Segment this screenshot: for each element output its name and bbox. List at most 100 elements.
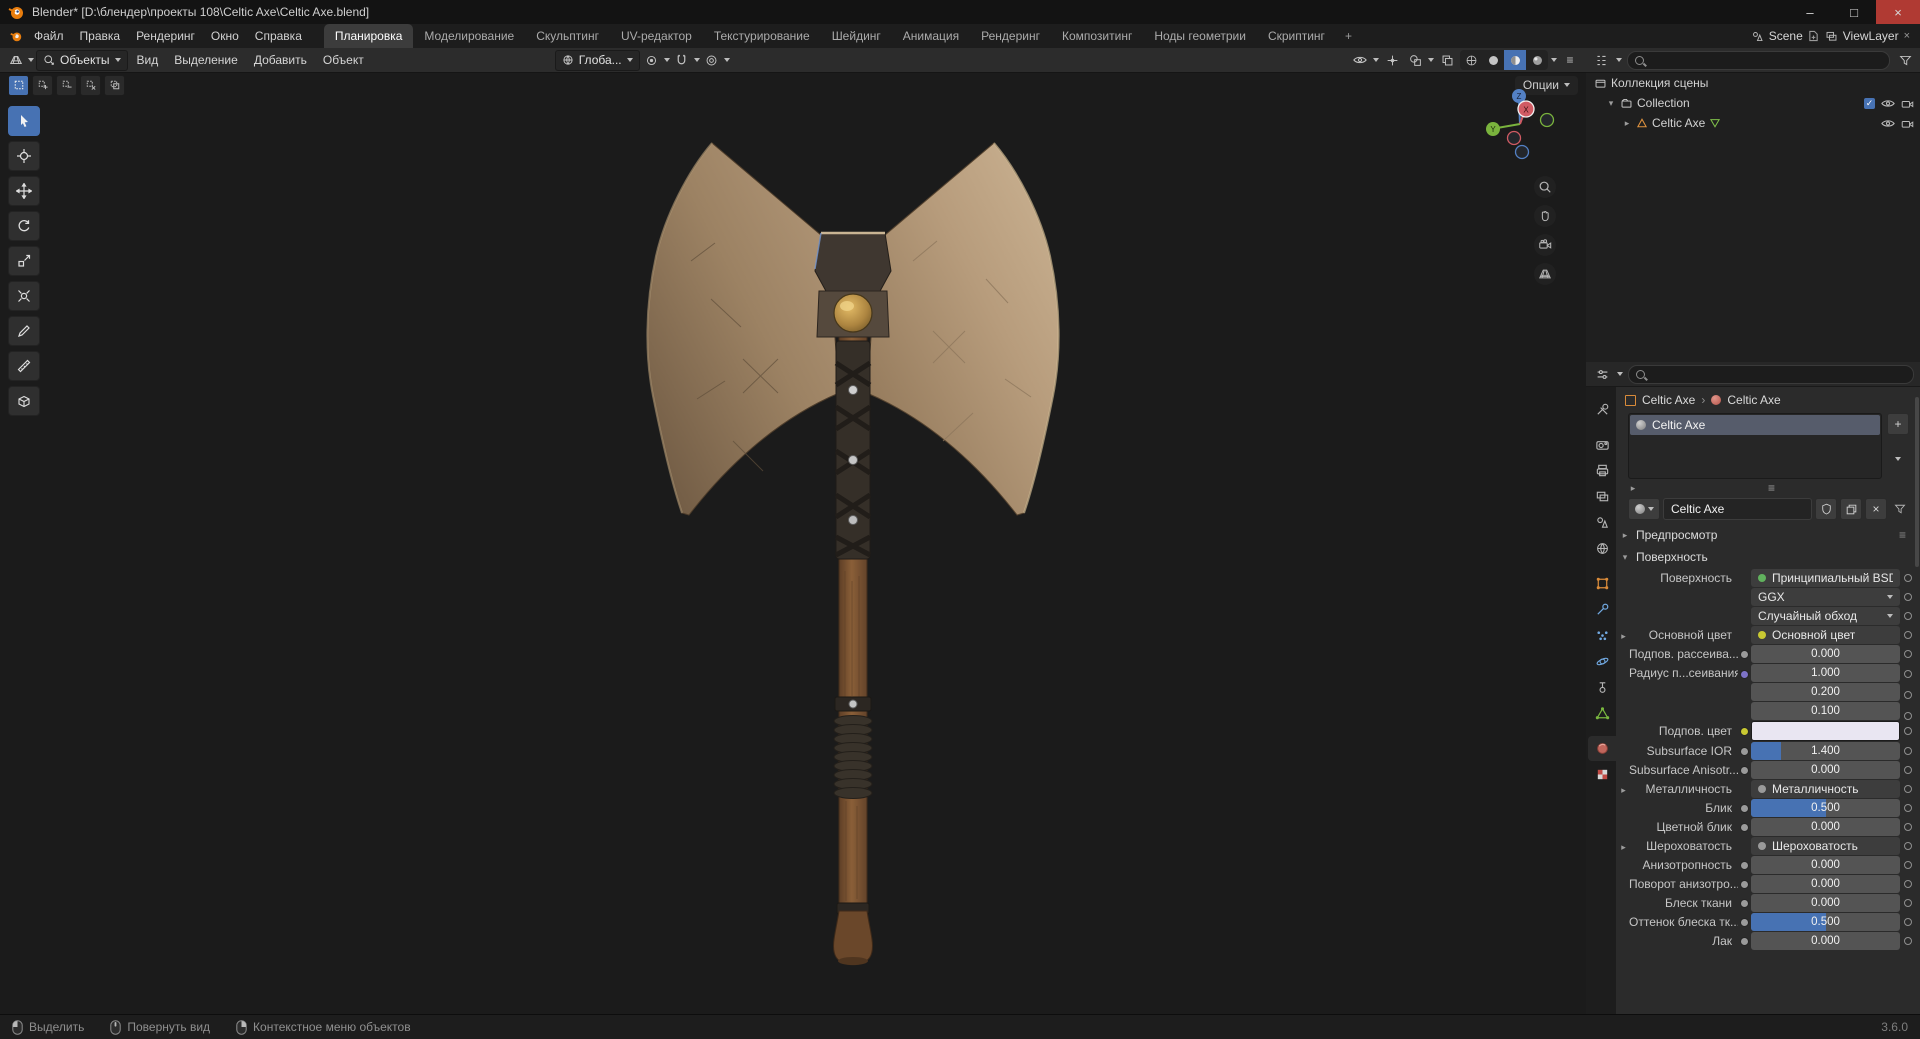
outliner-editor-icon[interactable] — [1591, 50, 1611, 70]
snap-magnet-icon[interactable] — [672, 50, 692, 70]
unlink-viewlayer-icon[interactable]: × — [1904, 30, 1910, 42]
shading-chevron-icon[interactable] — [1551, 58, 1557, 62]
animate-dot-cell[interactable] — [1900, 880, 1916, 888]
keyframe-dot[interactable] — [1904, 747, 1912, 755]
subsurface-method-dropdown[interactable]: Случайный обход — [1751, 607, 1900, 625]
workspace-tab-animation[interactable]: Анимация — [892, 24, 970, 48]
visibility-chevron-icon[interactable] — [1373, 58, 1379, 62]
animate-dot-cell[interactable] — [1900, 842, 1916, 850]
menu-edit[interactable]: Правка — [72, 24, 129, 48]
keyframe-dot[interactable] — [1904, 691, 1912, 699]
camera-view-icon[interactable] — [1534, 234, 1556, 256]
tab-object[interactable] — [1588, 571, 1616, 596]
animate-dot-cell[interactable] — [1900, 631, 1916, 639]
tab-tool[interactable] — [1588, 397, 1616, 422]
scene-selector[interactable]: Scene — [1751, 29, 1819, 43]
tool-transform[interactable] — [8, 281, 40, 311]
proportional-edit-icon[interactable] — [702, 50, 722, 70]
tool-scale[interactable] — [8, 246, 40, 276]
surface-section-header[interactable]: ▾ Поверхность — [1620, 547, 1914, 567]
distribution-dropdown[interactable]: GGX — [1751, 588, 1900, 606]
row-expander-icon[interactable]: ▸ — [1621, 631, 1626, 641]
menu-file[interactable]: Файл — [26, 24, 72, 48]
sheen-slider[interactable]: 0.000 — [1751, 894, 1900, 912]
base-color-texture-button[interactable]: Основной цвет — [1751, 626, 1900, 644]
tab-material[interactable] — [1588, 736, 1616, 761]
anisotropic-slider[interactable]: 0.000 — [1751, 856, 1900, 874]
keyframe-dot[interactable] — [1904, 612, 1912, 620]
outliner-row-collection[interactable]: ▾ Collection ✓ — [1586, 93, 1920, 113]
unlink-material-button[interactable]: × — [1865, 498, 1887, 520]
properties-editor-icon[interactable] — [1592, 364, 1612, 384]
radius-x-field[interactable]: 1.000 — [1751, 664, 1900, 682]
roughness-texture-button[interactable]: Шероховатость — [1751, 837, 1900, 855]
animate-dot-cell[interactable] — [1900, 918, 1916, 926]
tool-cursor[interactable] — [8, 141, 40, 171]
tool-add-cube[interactable] — [8, 386, 40, 416]
outliner-editor-chevron-icon[interactable] — [1616, 58, 1622, 62]
workspace-tab-geometry-nodes[interactable]: Ноды геометрии — [1143, 24, 1257, 48]
breadcrumb-object-label[interactable]: Celtic Axe — [1642, 393, 1695, 407]
keyframe-dot[interactable] — [1904, 766, 1912, 774]
workspace-tab-modeling[interactable]: Моделирование — [413, 24, 525, 48]
minimize-button[interactable]: – — [1788, 0, 1832, 24]
tab-physics[interactable] — [1588, 649, 1616, 674]
metallic-texture-button[interactable]: Металличность — [1751, 780, 1900, 798]
snap-chevron-icon[interactable] — [693, 58, 700, 62]
tab-constraints[interactable] — [1588, 675, 1616, 700]
workspace-tab-layout[interactable]: Планировка — [323, 24, 414, 48]
row-expander-icon[interactable]: ▸ — [1621, 842, 1626, 852]
keyframe-dot[interactable] — [1904, 823, 1912, 831]
properties-editor-chevron-icon[interactable] — [1617, 372, 1623, 376]
sheen-tint-slider[interactable]: 0.500 — [1751, 913, 1900, 931]
editor-type-icon[interactable] — [6, 50, 26, 70]
keyframe-dot[interactable] — [1904, 842, 1912, 850]
keyframe-dot[interactable] — [1904, 785, 1912, 793]
slot-footer-grip-icon[interactable]: ≡ — [1768, 481, 1776, 495]
select-mode-intersect-icon[interactable] — [104, 74, 125, 96]
keyframe-dot[interactable] — [1904, 727, 1912, 735]
animate-dot-cell[interactable] — [1900, 899, 1916, 907]
outliner-row-celtic-axe[interactable]: ▸ Celtic Axe — [1586, 113, 1920, 133]
zoom-icon[interactable] — [1534, 176, 1556, 198]
maximize-button[interactable]: □ — [1832, 0, 1876, 24]
tab-render[interactable] — [1588, 432, 1616, 457]
workspace-tab-scripting[interactable]: Скриптинг — [1257, 24, 1336, 48]
toggle-xray-icon[interactable] — [1437, 50, 1457, 70]
specular-tint-slider[interactable]: 0.000 — [1751, 818, 1900, 836]
specular-slider[interactable]: 0.500 — [1751, 799, 1900, 817]
menu-render[interactable]: Рендеринг — [128, 24, 203, 48]
tab-texture[interactable] — [1588, 762, 1616, 787]
animate-dot-cell[interactable] — [1900, 612, 1916, 620]
keyframe-dot[interactable] — [1904, 593, 1912, 601]
keyframe-dot[interactable] — [1904, 650, 1912, 658]
pan-hand-icon[interactable] — [1534, 205, 1556, 227]
material-slot-selected[interactable]: Celtic Axe — [1630, 415, 1880, 435]
tool-select-box[interactable] — [8, 106, 40, 136]
keyframe-dot[interactable] — [1904, 880, 1912, 888]
proportional-chevron-icon[interactable] — [723, 58, 730, 62]
overlays-chevron-icon[interactable] — [1428, 58, 1434, 62]
tab-scene[interactable] — [1588, 510, 1616, 535]
object-expander-icon[interactable]: ▸ — [1622, 118, 1632, 129]
slot-specials-chevron-icon[interactable] — [1895, 457, 1901, 461]
workspace-tab-rendering[interactable]: Рендеринг — [970, 24, 1051, 48]
add-workspace-button[interactable]: + — [1336, 24, 1361, 48]
select-mode-subtract-icon[interactable] — [56, 74, 77, 96]
shader-select-button[interactable]: Принципиальный BSDF — [1751, 569, 1900, 587]
toggle-grid-icon[interactable] — [1534, 263, 1556, 285]
select-mode-invert-icon[interactable] — [80, 74, 101, 96]
tab-object-data[interactable] — [1588, 701, 1616, 726]
animate-dot-cell[interactable] — [1900, 823, 1916, 831]
shading-wireframe-icon[interactable] — [1460, 50, 1482, 70]
object-hide-eye-icon[interactable] — [1881, 118, 1895, 129]
radius-y-field[interactable]: 0.200 — [1751, 683, 1900, 701]
material-name-field[interactable]: Celtic Axe — [1663, 498, 1812, 520]
pivot-point-icon[interactable] — [642, 50, 662, 70]
keyframe-dot[interactable] — [1904, 804, 1912, 812]
keyframe-dot[interactable] — [1904, 574, 1912, 582]
animate-dot-cell[interactable] — [1900, 785, 1916, 793]
workspace-tab-shading[interactable]: Шейдинг — [821, 24, 892, 48]
subsurface-slider[interactable]: 0.000 — [1751, 645, 1900, 663]
animate-dot-cell[interactable] — [1900, 727, 1916, 735]
